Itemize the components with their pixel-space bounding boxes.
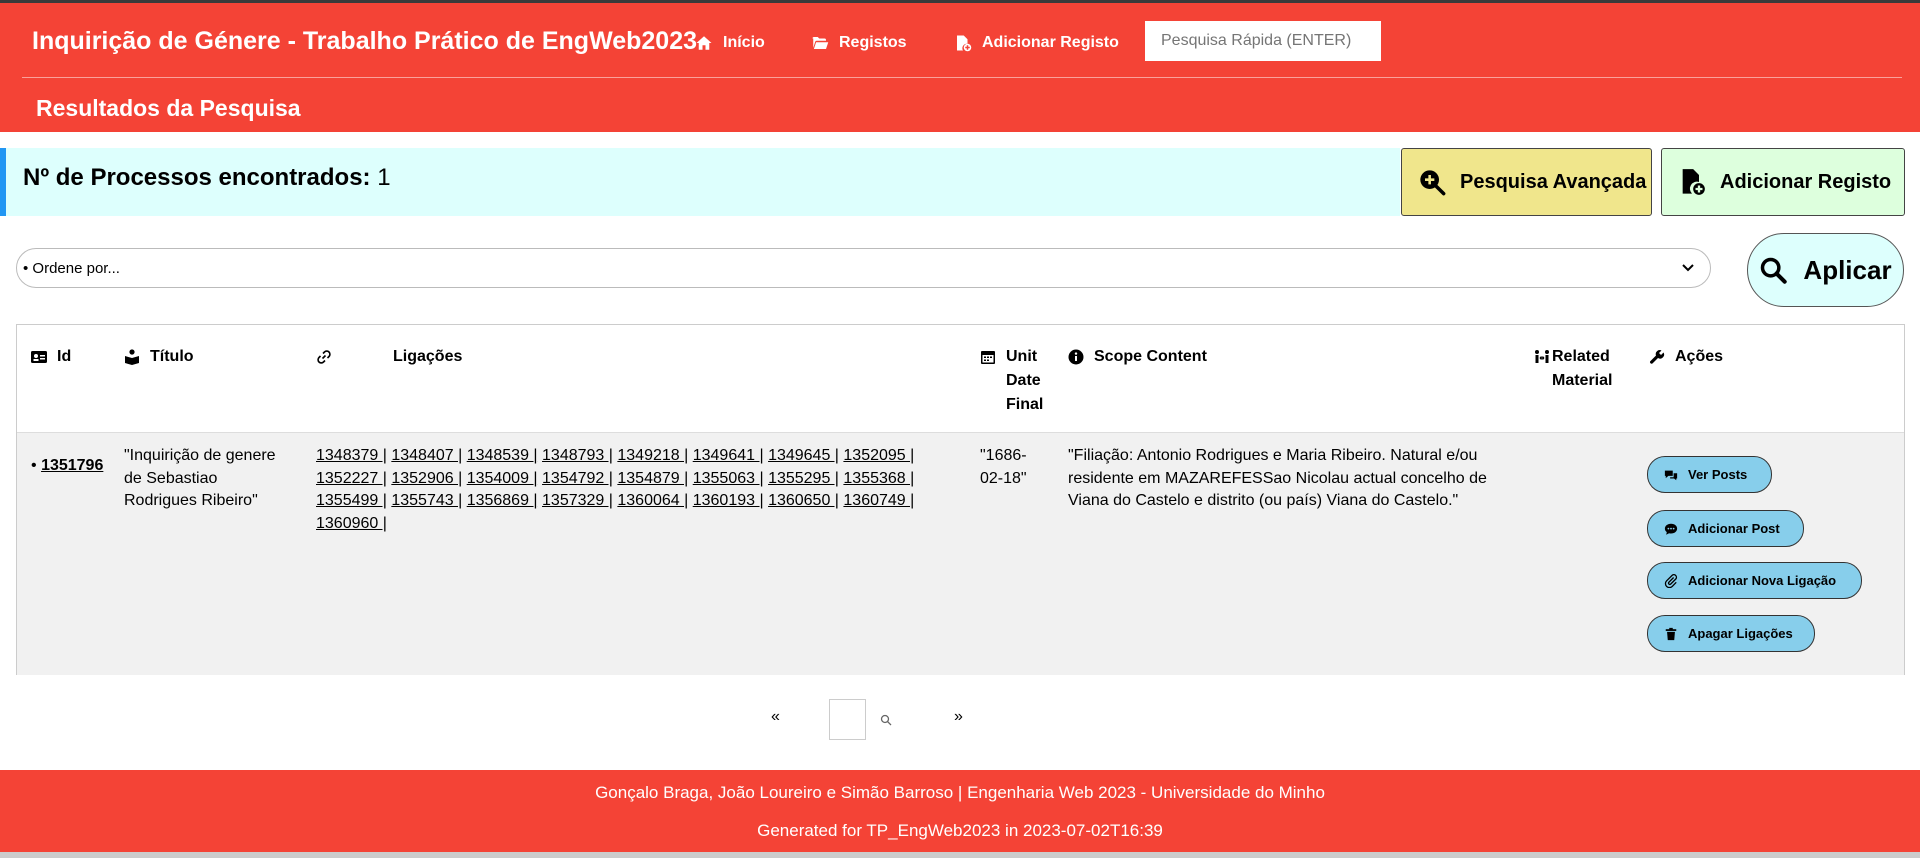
add-record-label: Adicionar Registo	[1720, 170, 1892, 193]
pagination-next[interactable]: »	[954, 708, 963, 750]
linked-record-link[interactable]: 1360064 |	[617, 492, 688, 509]
sort-selected-value: • Ordene por...	[23, 259, 120, 277]
linked-record-link[interactable]: 1360193 |	[693, 492, 764, 509]
linked-record-link[interactable]: 1357329 |	[542, 492, 613, 509]
nav-adicionar-registo[interactable]: Adicionar Registo	[954, 29, 1119, 57]
linked-record-link[interactable]: 1348793 |	[542, 447, 613, 464]
file-add-icon	[1682, 169, 1705, 195]
footer-generated: Generated for TP_EngWeb2023 in 2023-07-0…	[757, 821, 1163, 840]
column-header-acoes: Ações	[1649, 345, 1723, 369]
linked-record-link[interactable]: 1354879 |	[617, 470, 688, 487]
calendar-icon	[981, 351, 995, 364]
linked-record-link[interactable]: 1360960 |	[316, 515, 387, 532]
sort-select[interactable]: • Ordene por...	[16, 248, 1711, 288]
linked-record-link[interactable]: 1355295 |	[768, 470, 839, 487]
nav-adicionar-registo-label: Adicionar Registo	[982, 34, 1119, 51]
column-header-scope-content: Scope Content	[1068, 345, 1207, 369]
linked-record-link[interactable]: 1349645 |	[768, 447, 839, 464]
add-record-button[interactable]: Adicionar Registo	[1661, 148, 1905, 216]
column-header-link	[316, 345, 332, 365]
column-header-ligacoes: Ligações	[393, 348, 463, 365]
folder-open-icon	[812, 37, 829, 49]
add-new-link-button[interactable]: Adicionar Nova Ligação	[1647, 562, 1862, 599]
linked-record-link[interactable]: 1355743 |	[391, 492, 462, 509]
row-links-cell: 1348379 | 1348407 | 1348539 | 1348793 | …	[316, 445, 926, 535]
linked-record-link[interactable]: 1360749 |	[843, 492, 914, 509]
linked-record-link[interactable]: 1352227 |	[316, 470, 387, 487]
header-divider	[22, 77, 1902, 78]
record-id-link[interactable]: 1351796	[41, 457, 103, 474]
home-icon	[696, 36, 712, 50]
results-count-panel: Nº de Processos encontrados: 1	[0, 148, 1400, 216]
nav-registos-label: Registos	[839, 34, 907, 51]
page-title: Resultados da Pesquisa	[36, 95, 301, 121]
paperclip-icon	[1664, 573, 1678, 588]
info-circle-icon	[1068, 349, 1084, 365]
column-header-related-material: Related Material	[1534, 345, 1614, 393]
view-posts-button[interactable]: Ver Posts	[1647, 456, 1772, 493]
table-header: Id Título Ligações Unit Date Final Scope…	[17, 325, 1904, 433]
chevron-down-icon	[1682, 264, 1694, 272]
apply-label: Aplicar	[1803, 254, 1892, 285]
comment-dots-icon	[1664, 523, 1678, 535]
row-unit-date-final: "1686-02-18"	[980, 447, 1027, 487]
results-count-value: 1	[377, 164, 391, 191]
table-row: • 1351796 "Inquirição de genere de Sebas…	[17, 433, 1904, 675]
linked-record-link[interactable]: 1355499 |	[316, 492, 387, 509]
footer-credits: Gonçalo Braga, João Loureiro e Simão Bar…	[595, 783, 1325, 802]
results-count: Nº de Processos encontrados: 1	[23, 164, 391, 192]
page-number-input[interactable]	[829, 699, 866, 740]
pagination-previous[interactable]: «	[771, 708, 780, 750]
trash-icon	[1665, 627, 1677, 640]
column-header-unit-date-final: Unit Date Final	[980, 345, 1050, 417]
column-header-titulo: Título	[124, 345, 194, 369]
file-add-icon	[957, 35, 972, 52]
people-arrows-icon	[1535, 350, 1549, 363]
linked-record-link[interactable]: 1352095 |	[843, 447, 914, 464]
linked-record-link[interactable]: 1354792 |	[542, 470, 613, 487]
nav-inicio-label: Início	[723, 34, 765, 51]
linked-record-link[interactable]: 1355063 |	[693, 470, 764, 487]
apply-button[interactable]: Aplicar	[1747, 233, 1904, 307]
search-plus-icon	[1420, 170, 1446, 196]
wrench-icon	[1650, 350, 1665, 364]
app-title[interactable]: Inquirição de Génere - Trabalho Prático …	[32, 27, 697, 56]
linked-record-link[interactable]: 1349641 |	[693, 447, 764, 464]
page-search-icon[interactable]	[880, 714, 892, 726]
linked-record-link[interactable]: 1348379 |	[316, 447, 387, 464]
advanced-search-label: Pesquisa Avançada	[1460, 170, 1647, 193]
top-navbar: Inquirição de Génere - Trabalho Prático …	[0, 0, 1920, 132]
advanced-search-button[interactable]: Pesquisa Avançada	[1401, 148, 1652, 216]
search-icon	[1761, 257, 1788, 284]
quick-search-input[interactable]	[1145, 21, 1381, 61]
nav-inicio[interactable]: Início	[695, 29, 765, 57]
row-scope-content: "Filiação: Antonio Rodrigues e Maria Rib…	[1068, 447, 1487, 509]
row-id-cell: • 1351796	[31, 455, 103, 478]
results-count-label: Nº de Processos encontrados:	[23, 164, 371, 191]
footer: Gonçalo Braga, João Loureiro e Simão Bar…	[0, 770, 1920, 852]
book-reader-icon	[125, 349, 139, 365]
add-post-button[interactable]: Adicionar Post	[1647, 510, 1804, 547]
linked-record-link[interactable]: 1354009 |	[467, 470, 538, 487]
id-card-icon	[31, 351, 47, 363]
results-table: Id Título Ligações Unit Date Final Scope…	[16, 324, 1905, 675]
link-icon	[317, 350, 331, 364]
linked-record-link[interactable]: 1355368 |	[843, 470, 914, 487]
row-bullet: •	[31, 457, 37, 474]
linked-record-link[interactable]: 1356869 |	[467, 492, 538, 509]
row-title-cell: "Inquirição de genere de Sebastiao Rodri…	[124, 447, 276, 509]
nav-registos[interactable]: Registos	[811, 29, 907, 57]
column-header-id: Id	[31, 345, 71, 369]
delete-links-button[interactable]: Apagar Ligações	[1647, 615, 1815, 652]
bottom-scrollbar-area	[0, 852, 1920, 858]
linked-record-link[interactable]: 1352906 |	[391, 470, 462, 487]
linked-record-link[interactable]: 1360650 |	[768, 492, 839, 509]
linked-record-link[interactable]: 1348407 |	[391, 447, 462, 464]
comments-icon	[1664, 470, 1678, 480]
linked-record-link[interactable]: 1349218 |	[617, 447, 688, 464]
linked-record-link[interactable]: 1348539 |	[467, 447, 538, 464]
